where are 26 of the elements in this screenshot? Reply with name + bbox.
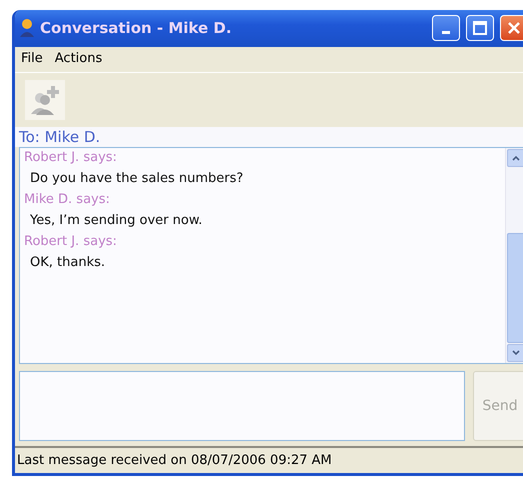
message-text: OK, thanks. [29,254,106,272]
minimize-icon [442,30,450,34]
add-person-icon [29,84,61,116]
close-button[interactable] [500,15,523,42]
recipient-label: To: Mike D. [15,127,523,148]
scroll-down-button[interactable] [507,344,523,362]
sender-label: Mike D. says: [24,191,111,210]
person-icon [20,18,34,38]
menu-item[interactable]: Actions [54,50,102,68]
minimize-button[interactable] [432,15,460,42]
window-title: Conversation - Mike D. [40,19,233,38]
menu-item[interactable]: File [21,50,43,68]
maximize-button[interactable] [466,15,494,42]
close-icon [507,21,521,36]
message-input[interactable] [19,370,465,441]
chevron-up-icon [512,155,520,162]
maximize-icon [473,21,487,36]
chevron-down-icon [512,350,520,356]
scrollbar[interactable] [505,148,523,363]
scroll-up-button[interactable] [507,149,523,168]
message-text: Yes, I’m sending over now. [29,212,204,230]
message-text: Do you have the sales numbers? [29,170,244,188]
sender-label: Robert J. says: [24,149,118,168]
scroll-thumb[interactable] [507,232,523,343]
sender-label: Robert J. says: [24,233,118,252]
status-text: Last message received on 08/07/2006 09:27 AM [17,452,332,468]
